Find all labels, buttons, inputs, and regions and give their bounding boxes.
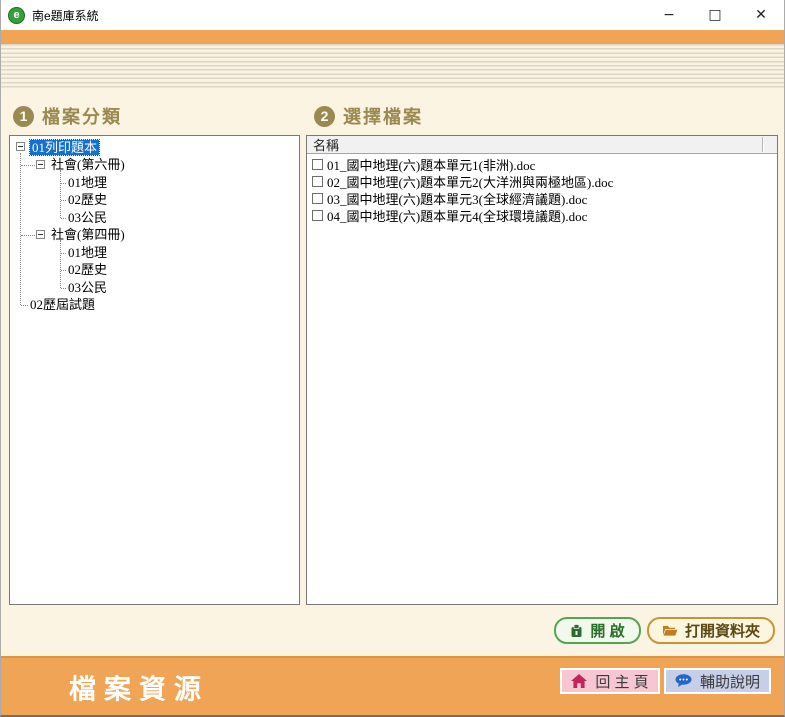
tree-connector-line: [60, 240, 61, 288]
name-column-header[interactable]: 名稱: [313, 135, 339, 154]
column-divider[interactable]: [762, 137, 764, 152]
section-header-select-file: 2 選擇檔案: [314, 103, 423, 129]
category-tree: 01列印題本社會(第六冊)01地理02歷史03公民社會(第四冊)01地理02歷史…: [10, 136, 299, 604]
app-window: e 南e題庫系統 − □ ✕ 1 檔案分類 2 選擇檔案 01列印題本社會(第六…: [0, 0, 785, 717]
tree-item[interactable]: 社會(第四冊): [51, 227, 125, 242]
tree-item[interactable]: 01地理: [68, 175, 107, 190]
open-folder-button[interactable]: 打開資料夾: [647, 617, 775, 644]
window-controls: − □ ✕: [646, 0, 784, 30]
help-button[interactable]: 輔助說明: [664, 668, 771, 694]
speech-bubble-icon: [675, 674, 692, 688]
tree-connector-line: [61, 288, 66, 289]
title-bar: e 南e題庫系統 − □ ✕: [1, 0, 784, 30]
tree-connector-line: [61, 183, 66, 184]
open-file-icon: [570, 624, 583, 638]
orange-banner: [1, 30, 784, 44]
section-title-file-category: 檔案分類: [42, 103, 122, 129]
file-list-header[interactable]: 名稱: [307, 136, 777, 154]
open-button-label: 開 啟: [590, 620, 624, 641]
tree-item[interactable]: 02歷屆試題: [30, 297, 95, 312]
tree-connector-line: [21, 305, 28, 306]
tree-connector-line: [21, 165, 35, 166]
tree-connector-line: [61, 218, 66, 219]
tree-item[interactable]: 01列印題本: [30, 140, 99, 155]
tree-connector-line: [61, 200, 66, 201]
tree-item[interactable]: 02歷史: [68, 262, 107, 277]
file-row[interactable]: 01_國中地理(六)題本單元1(非洲).doc: [307, 156, 777, 173]
step-1-badge: 1: [13, 106, 34, 127]
file-checkbox[interactable]: [312, 159, 323, 170]
file-checkbox[interactable]: [312, 193, 323, 204]
open-button[interactable]: 開 啟: [554, 617, 641, 644]
section-title-select-file: 選擇檔案: [343, 103, 423, 129]
file-row[interactable]: 03_國中地理(六)題本單元3(全球經濟議題).doc: [307, 190, 777, 207]
tree-item[interactable]: 03公民: [68, 280, 107, 295]
tree-connector-line: [21, 235, 35, 236]
section-header-file-category: 1 檔案分類: [13, 103, 122, 129]
app-logo-icon: e: [8, 7, 25, 24]
tree-connector-line: [61, 253, 66, 254]
home-button-label: 回 主 頁: [595, 671, 648, 692]
folder-icon: [662, 624, 679, 637]
file-row[interactable]: 04_國中地理(六)題本單元4(全球環境議題).doc: [307, 207, 777, 224]
tree-connector-line: [20, 153, 21, 305]
file-list: 01_國中地理(六)題本單元1(非洲).doc02_國中地理(六)題本單元2(大…: [307, 155, 777, 604]
striped-banner: [1, 44, 784, 89]
tree-item[interactable]: 01地理: [68, 245, 107, 260]
minimize-icon[interactable]: −: [646, 0, 692, 30]
help-button-label: 輔助說明: [700, 671, 760, 692]
step-2-badge: 2: [314, 106, 335, 127]
file-checkbox[interactable]: [312, 210, 323, 221]
category-tree-panel: 01列印題本社會(第六冊)01地理02歷史03公民社會(第四冊)01地理02歷史…: [9, 135, 300, 605]
collapse-icon[interactable]: [36, 230, 45, 239]
collapse-icon[interactable]: [16, 142, 25, 151]
home-icon: [571, 674, 587, 688]
close-icon[interactable]: ✕: [738, 0, 784, 30]
home-button[interactable]: 回 主 頁: [560, 668, 660, 694]
tree-connector-line: [60, 170, 61, 218]
tree-item[interactable]: 社會(第六冊): [51, 157, 125, 172]
file-name[interactable]: 04_國中地理(六)題本單元4(全球環境議題).doc: [327, 206, 587, 225]
tree-item[interactable]: 03公民: [68, 210, 107, 225]
file-checkbox[interactable]: [312, 176, 323, 187]
open-folder-button-label: 打開資料夾: [685, 620, 760, 641]
page-title: 檔案資源: [69, 667, 209, 706]
file-row[interactable]: 02_國中地理(六)題本單元2(大洋洲與兩極地區).doc: [307, 173, 777, 190]
maximize-icon[interactable]: □: [692, 0, 738, 30]
file-list-panel: 名稱 01_國中地理(六)題本單元1(非洲).doc02_國中地理(六)題本單元…: [306, 135, 778, 605]
tree-item[interactable]: 02歷史: [68, 192, 107, 207]
tree-connector-line: [61, 270, 66, 271]
footer-bar: 檔案資源 回 主 頁 輔助說明: [1, 656, 784, 715]
collapse-icon[interactable]: [36, 160, 45, 169]
window-title: 南e題庫系統: [32, 7, 99, 24]
